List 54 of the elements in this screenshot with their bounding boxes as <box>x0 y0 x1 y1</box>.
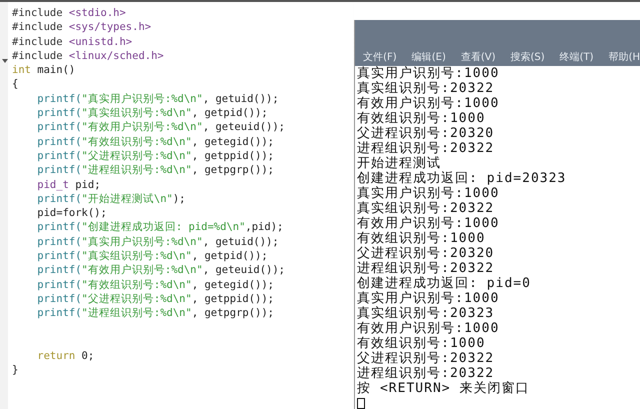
code-line: printf("真实组识别号:%d\n", getpid()); <box>36 250 268 262</box>
terminal-output-line: 真实组识别号:20322 <box>357 201 496 216</box>
code-line: printf("父进程识别号:%d\n", getppid()); <box>36 292 274 305</box>
code-line: printf("真实组识别号:%d\n", getpid()); <box>36 107 268 120</box>
fold-marker-icon[interactable] <box>2 59 8 63</box>
terminal-output-line: 真实组识别号:20322 <box>357 81 496 96</box>
terminal-output-line: 创建进程成功返回: pid=20323 <box>357 171 568 186</box>
code-line: { <box>12 78 18 90</box>
terminal-output-line: 有效组识别号:1000 <box>357 336 486 351</box>
menu-item[interactable]: 编辑(E) <box>412 50 446 64</box>
terminal-output-line: 有效组识别号:1000 <box>357 231 486 246</box>
code-line: printf("进程组识别号:%d\n", getpgrp()); <box>36 307 274 320</box>
cursor-icon <box>357 398 366 409</box>
terminal-output-line: 创建进程成功返回: pid=0 <box>357 276 532 291</box>
code-line: #include <unistd.h> <box>12 36 132 48</box>
terminal-output-line: 真实组识别号:20323 <box>357 306 496 321</box>
code-line: pid=fork(); <box>36 207 107 220</box>
terminal-output-line: 父进程识别号:20320 <box>357 246 496 261</box>
menu-item[interactable]: 终端(T) <box>560 50 594 64</box>
terminal-output-line: 真实用户识别号:1000 <box>357 291 500 306</box>
terminal-output-line: 真实用户识别号:1000 <box>357 66 500 81</box>
code-line: return 0; <box>36 350 94 362</box>
terminal-output-line: 有效用户识别号:1000 <box>357 216 500 231</box>
code-line: printf("进程组识别号:%d\n", getpgrp()); <box>36 164 274 176</box>
code-line: printf("有效用户识别号:%d\n", geteuid()); <box>36 264 285 276</box>
terminal-output-line: 有效用户识别号:1000 <box>357 96 500 111</box>
terminal-output-line: 开始进程测试 <box>357 156 442 171</box>
terminal-output-line: 真实用户识别号:1000 <box>357 186 500 201</box>
code-line: printf("有效用户识别号:%d\n", geteuid()); <box>36 121 285 134</box>
terminal-output-line: 按 <RETURN> 来关闭窗口 <box>357 381 530 396</box>
menu-item[interactable]: 帮助(H <box>608 50 640 64</box>
code-line: printf("有效组识别号:%d\n", getegid()); <box>36 136 274 148</box>
code-line: #include <sys/types.h> <box>12 21 152 34</box>
code-line: } <box>12 364 18 376</box>
code-line: int main() <box>12 64 76 76</box>
code-line: printf("父进程识别号:%d\n", getppid()); <box>36 150 274 162</box>
code-line: printf("开始进程测试\n"); <box>36 192 186 205</box>
terminal-output-line: 父进程识别号:20320 <box>357 126 496 141</box>
menu-item[interactable]: 查看(V) <box>460 50 496 64</box>
code-line: printf("真实用户识别号:%d\n", getuid()); <box>36 92 279 105</box>
code-line: printf("创建进程成功返回: pid=%d\n",pid); <box>36 221 284 234</box>
code-line: printf("真实用户识别号:%d\n", getuid()); <box>36 236 279 248</box>
terminal-output-line: 进程组识别号:20322 <box>357 261 496 276</box>
code-line: #include <stdio.h> <box>12 7 126 19</box>
code-line: #include <linux/sched.h> <box>12 50 164 62</box>
menu-item[interactable]: 文件(F) <box>363 50 397 64</box>
terminal-output-line: 有效用户识别号:1000 <box>357 321 500 336</box>
menu-item[interactable]: 搜索(S) <box>510 50 545 64</box>
terminal-output-line: 进程组识别号:20322 <box>357 141 496 156</box>
terminal-output-line: 进程组识别号:20322 <box>357 366 496 381</box>
code-line: printf("有效组识别号:%d\n", getegid()); <box>36 278 274 291</box>
terminal-output-line: 父进程识别号:20322 <box>357 351 496 366</box>
terminal-output-line: 有效组识别号:1000 <box>357 111 486 126</box>
code-line: pid_t pid; <box>36 178 101 191</box>
